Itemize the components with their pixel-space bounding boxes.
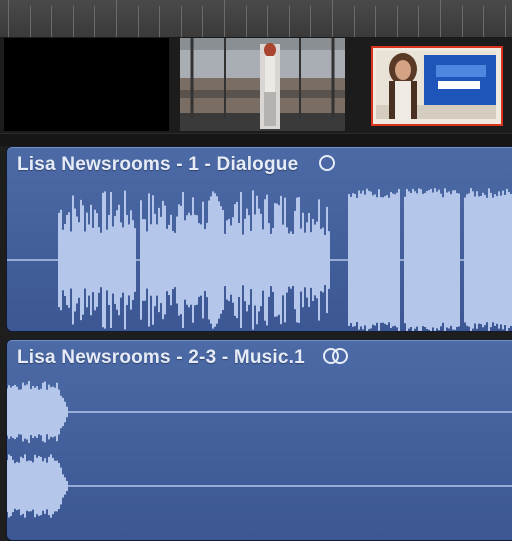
ruler-tick xyxy=(94,6,96,37)
ruler-tick xyxy=(483,6,485,37)
audio-clip-music[interactable]: Lisa Newsrooms - 2-3 - Music.1 xyxy=(6,339,512,541)
video-clip-presenter[interactable] xyxy=(371,46,503,126)
video-clip-newsroom[interactable] xyxy=(180,38,345,131)
ruler-tick xyxy=(310,6,312,37)
newsroom-thumbnail xyxy=(180,38,345,131)
ruler-tick xyxy=(375,6,377,37)
ruler-tick xyxy=(245,6,247,37)
ruler-tick xyxy=(418,6,420,37)
ruler-tick xyxy=(29,6,31,37)
audio-clip-dialogue[interactable]: Lisa Newsrooms - 1 - Dialogue xyxy=(6,146,512,332)
timeline-ruler[interactable] xyxy=(0,0,512,38)
ruler-tick xyxy=(440,0,441,37)
ruler-tick xyxy=(224,0,225,37)
ruler-tick xyxy=(116,0,117,37)
double-circle-icon xyxy=(323,348,349,364)
ruler-tick xyxy=(72,6,74,37)
track-divider xyxy=(0,133,512,146)
ruler-tick xyxy=(332,0,333,37)
audio-clip-title: Lisa Newsrooms - 2-3 - Music.1 xyxy=(17,347,352,369)
ruler-tick xyxy=(202,6,204,37)
presenter-thumbnail xyxy=(376,51,498,121)
ruler-tick xyxy=(137,6,139,37)
ruler-tick xyxy=(8,0,9,37)
audio-clip-title: Lisa Newsrooms - 1 - Dialogue xyxy=(17,154,338,176)
ruler-tick xyxy=(288,6,290,37)
ruler-tick xyxy=(51,6,53,37)
ruler-tick xyxy=(159,6,161,37)
music-waveform xyxy=(7,380,512,518)
video-clip-black[interactable] xyxy=(4,38,169,131)
ruler-tick xyxy=(267,6,269,37)
ruler-tick xyxy=(504,6,506,37)
ruler-tick xyxy=(180,6,182,37)
ruler-tick xyxy=(396,6,398,37)
ruler-tick xyxy=(461,6,463,37)
single-circle-icon xyxy=(318,155,335,171)
ruler-tick xyxy=(353,6,355,37)
video-track xyxy=(0,38,512,133)
